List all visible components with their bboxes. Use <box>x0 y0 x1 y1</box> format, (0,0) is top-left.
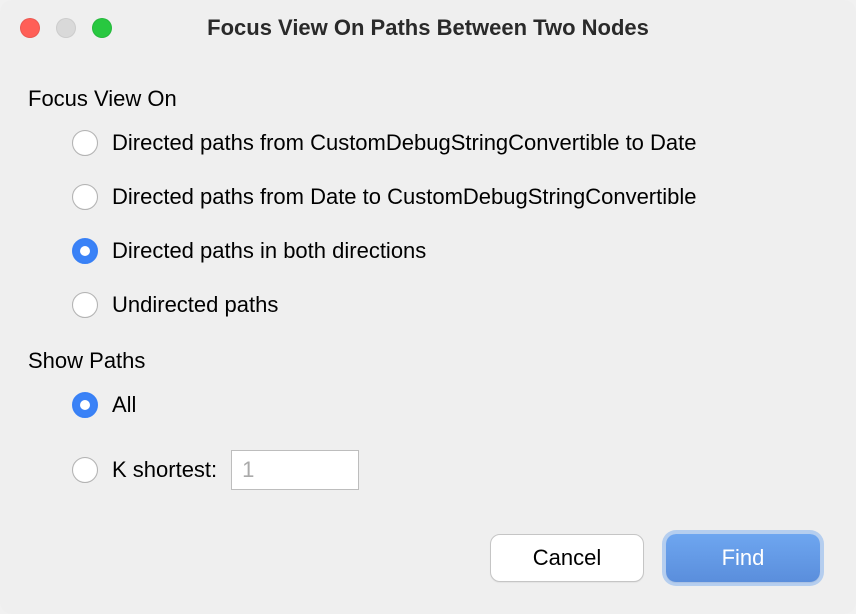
cancel-button[interactable]: Cancel <box>490 534 644 582</box>
button-label: Cancel <box>533 545 601 571</box>
radio-icon <box>72 238 98 264</box>
dialog-content: Focus View On Directed paths from Custom… <box>0 56 856 614</box>
focus-view-group: Directed paths from CustomDebugStringCon… <box>72 130 828 318</box>
radio-label: K shortest: <box>112 457 217 483</box>
radio-icon <box>72 130 98 156</box>
find-button[interactable]: Find <box>666 534 820 582</box>
radio-label: Directed paths from Date to CustomDebugS… <box>112 184 697 210</box>
radio-all-paths[interactable]: All <box>72 392 828 418</box>
radio-undirected[interactable]: Undirected paths <box>72 292 828 318</box>
radio-label: Directed paths in both directions <box>112 238 426 264</box>
radio-icon <box>72 457 98 483</box>
button-label: Find <box>722 545 765 571</box>
show-paths-label: Show Paths <box>28 348 828 374</box>
zoom-icon[interactable] <box>92 18 112 38</box>
radio-directed-a-to-b[interactable]: Directed paths from CustomDebugStringCon… <box>72 130 828 156</box>
focus-view-label: Focus View On <box>28 86 828 112</box>
radio-directed-b-to-a[interactable]: Directed paths from Date to CustomDebugS… <box>72 184 828 210</box>
radio-label: Directed paths from CustomDebugStringCon… <box>112 130 697 156</box>
radio-label: Undirected paths <box>112 292 278 318</box>
radio-both-directions[interactable]: Directed paths in both directions <box>72 238 828 264</box>
radio-icon <box>72 184 98 210</box>
titlebar: Focus View On Paths Between Two Nodes <box>0 0 856 56</box>
radio-icon <box>72 392 98 418</box>
close-icon[interactable] <box>20 18 40 38</box>
radio-label: All <box>112 392 136 418</box>
minimize-icon <box>56 18 76 38</box>
k-shortest-input[interactable] <box>231 450 359 490</box>
window-title: Focus View On Paths Between Two Nodes <box>0 15 856 41</box>
button-row: Cancel Find <box>28 534 828 590</box>
dialog-window: Focus View On Paths Between Two Nodes Fo… <box>0 0 856 614</box>
radio-k-shortest[interactable]: K shortest: <box>72 450 828 490</box>
traffic-lights <box>20 18 112 38</box>
show-paths-group: All K shortest: <box>72 392 828 490</box>
radio-icon <box>72 292 98 318</box>
